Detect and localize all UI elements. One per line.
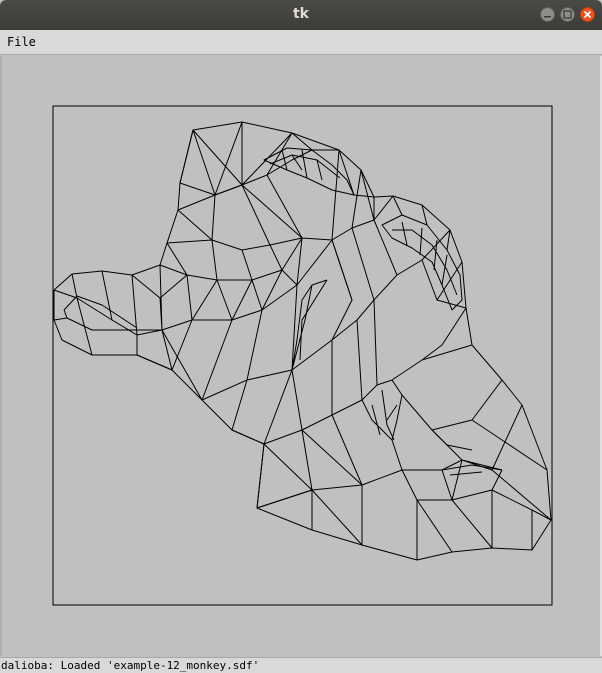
minimize-button[interactable] (540, 7, 555, 22)
status-bar: dalioba: Loaded 'example-12_monkey.sdf' (0, 657, 602, 673)
monkey-wireframe (53, 121, 552, 561)
wireframe-svg (52, 105, 553, 606)
close-button[interactable] (580, 7, 595, 22)
menu-file[interactable]: File (7, 35, 36, 49)
maximize-icon (563, 10, 572, 19)
window-titlebar[interactable]: tk (0, 0, 602, 30)
status-text: dalioba: Loaded 'example-12_monkey.sdf' (1, 659, 260, 672)
minimize-icon (544, 16, 551, 18)
window-title: tk (292, 6, 309, 22)
menu-bar: File (0, 30, 602, 55)
close-icon (583, 10, 592, 19)
drawing-canvas[interactable] (0, 56, 602, 656)
maximize-button[interactable] (560, 7, 575, 22)
